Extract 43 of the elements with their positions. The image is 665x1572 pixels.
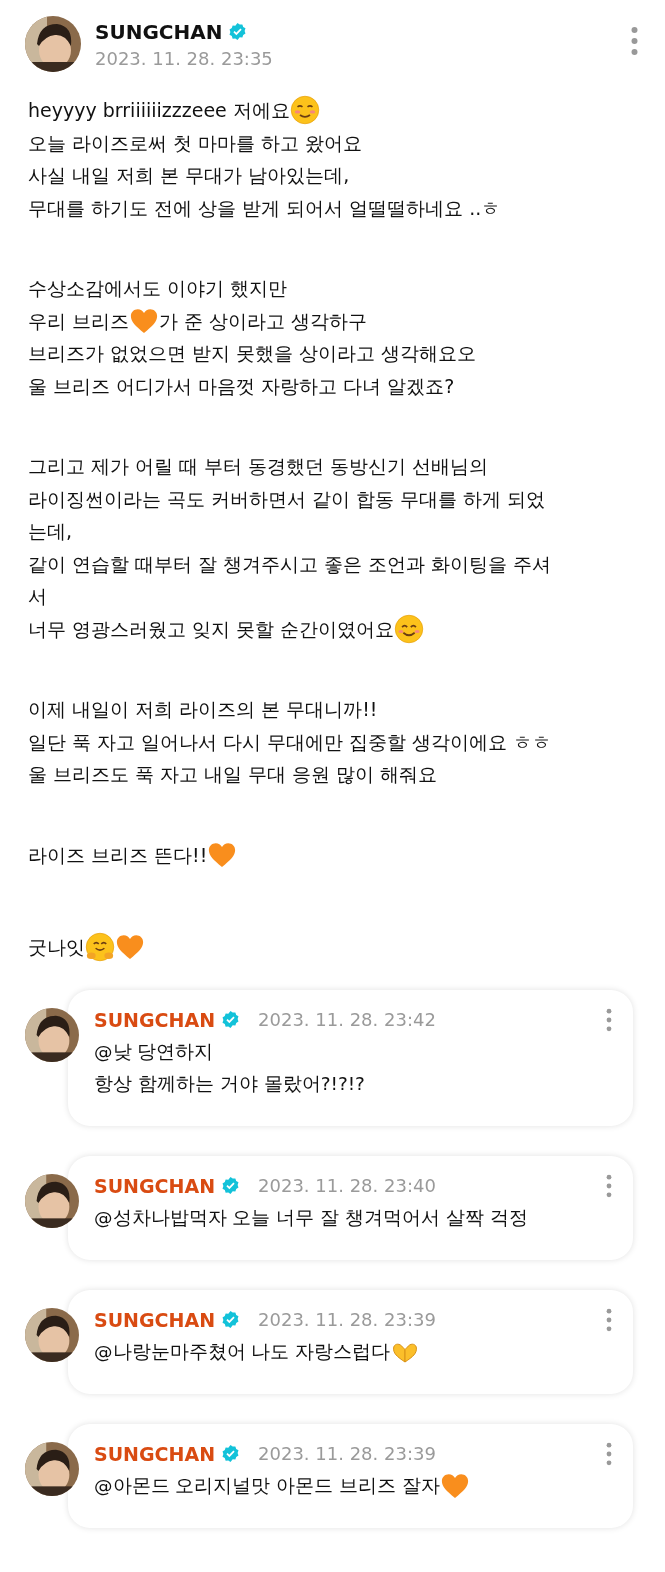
comment-text: @나랑눈마주쳤어 나도 자랑스럽다 xyxy=(94,1339,391,1364)
hugging-face-icon xyxy=(85,932,115,963)
post-text: 울 브리즈 어디가서 마음껏 자랑하고 다녀 알겠죠? xyxy=(28,373,456,399)
post-text: 같이 연습할 때부터 잘 챙겨주시고 좋은 조언과 화이팅을 주셔 xyxy=(28,551,553,577)
smiling-face-icon xyxy=(394,613,425,644)
post-text: 일단 푹 자고 일어나서 다시 무대에만 집중할 생각이에요 ㅎㅎ xyxy=(28,729,553,755)
more-options-icon[interactable] xyxy=(605,1007,613,1032)
more-options-icon[interactable] xyxy=(630,26,639,56)
comment-text: 항상 함께하는 거야 몰랐어?!?!? xyxy=(94,1071,366,1096)
post-text: 라이징썬이라는 곡도 커버하면서 같이 합동 무대를 하게 되었 xyxy=(28,486,547,512)
comment-author[interactable]: SUNGCHAN xyxy=(94,1442,216,1465)
comment-time: 2023. 11. 28. 23:42 xyxy=(258,1009,437,1030)
post-text: 굿나잇 xyxy=(28,935,85,960)
comment-time: 2023. 11. 28. 23:40 xyxy=(258,1175,437,1196)
post-text: 사실 내일 저희 본 무대가 남아있는데, xyxy=(28,163,351,188)
more-options-icon[interactable] xyxy=(605,1307,613,1332)
comment-text: @낮 당연하지 xyxy=(94,1039,215,1064)
author-name[interactable]: SUNGCHAN xyxy=(95,19,223,44)
post-text: 그리고 제가 어릴 때 부터 동경했던 동방신기 선배님의 xyxy=(28,454,490,479)
comment-author[interactable]: SUNGCHAN xyxy=(94,1308,216,1331)
post-text: 는데, xyxy=(28,519,74,544)
post-text: 무대를 하기도 전에 상을 받게 되어서 얼떨떨하네요 ..ㅎ xyxy=(28,195,502,221)
post-text: 오늘 라이즈로써 첫 마마를 하고 왔어요 xyxy=(28,130,364,156)
post-text: 우리 브리즈 xyxy=(28,308,130,334)
post-time: 2023. 11. 28. 23:35 xyxy=(95,47,274,69)
post-text: 울 브리즈도 푹 자고 내일 무대 응원 많이 해줘요 xyxy=(28,762,439,787)
post-text: 가 준 상이라고 생각하구 xyxy=(159,308,368,334)
comment-author[interactable]: SUNGCHAN xyxy=(94,1174,216,1197)
post-text: 이제 내일이 저희 라이즈의 본 무대니까!! xyxy=(28,697,379,722)
comment-text: @아몬드 오리지널맛 아몬드 브리즈 잘자 xyxy=(94,1473,441,1498)
comment-time: 2023. 11. 28. 23:39 xyxy=(258,1309,437,1330)
smiling-face-icon xyxy=(289,95,320,126)
post-text: 수상소감에서도 이야기 했지만 xyxy=(28,276,289,301)
post-text: 라이즈 브리즈 뜬다!! xyxy=(28,842,208,868)
post-text: 브리즈가 없었으면 받지 못했을 상이라고 생각해요오 xyxy=(28,341,478,366)
comment-text: @성차나밥먹자 오늘 너무 잘 챙겨먹어서 살짝 걱정 xyxy=(94,1205,529,1230)
post-text: 서 xyxy=(28,584,48,609)
post-text: heyyyy brriiiiiizzzeee 저에요 xyxy=(28,98,290,123)
more-options-icon[interactable] xyxy=(605,1173,613,1198)
more-options-icon[interactable] xyxy=(605,1441,613,1466)
comment-time: 2023. 11. 28. 23:39 xyxy=(258,1443,437,1464)
post-text: 너무 영광스러웠고 잊지 못할 순간이였어요 xyxy=(28,616,395,642)
comment-author[interactable]: SUNGCHAN xyxy=(94,1008,216,1031)
